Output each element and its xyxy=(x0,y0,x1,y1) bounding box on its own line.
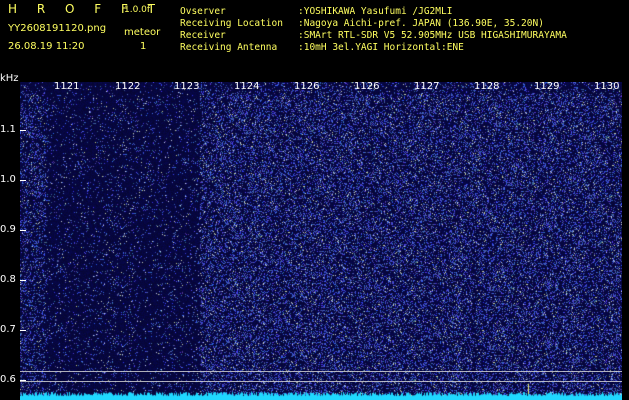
x-tick-label: 1128 xyxy=(474,81,500,92)
x-tick-label: 1130 xyxy=(594,81,620,92)
y-tick-mark xyxy=(20,180,26,181)
spectrogram xyxy=(20,82,622,400)
x-tick-label: 1124 xyxy=(234,81,260,92)
y-tick-mark xyxy=(20,230,26,231)
info-antenna: Receiving Antenna :10mH 3el.YAGI Horizon… xyxy=(180,42,567,54)
x-tick-label: 1121 xyxy=(54,81,80,92)
x-tick-label: 1129 xyxy=(534,81,560,92)
station-info: Ovserver :YOSHIKAWA Yasufumi /JG2MLI Rec… xyxy=(180,6,567,54)
y-tick-label: 0.9 xyxy=(0,224,16,235)
meteor-label: meteor xyxy=(124,27,161,38)
info-location: Receiving Location :Nagoya Aichi-pref. J… xyxy=(180,18,567,30)
y-tick-mark xyxy=(20,280,26,281)
info-receiver: Receiver :SMArt RTL-SDR V5 52.905MHz USB… xyxy=(180,30,567,42)
x-tick-label: 1126 xyxy=(294,81,320,92)
info-key: Ovserver xyxy=(180,6,226,17)
y-tick-label: 0.8 xyxy=(0,274,16,285)
reference-line-lower xyxy=(20,381,622,382)
info-key: Receiving Antenna xyxy=(180,42,278,53)
capture-datetime: 26.08.19 11:20 xyxy=(8,41,85,52)
y-axis-unit: kHz xyxy=(0,73,19,84)
spectrogram-canvas xyxy=(20,82,622,400)
app-version: 1.0.0f xyxy=(124,5,151,15)
x-tick-label: 1126 xyxy=(354,81,380,92)
y-tick-label: 1.0 xyxy=(0,174,16,185)
info-key: Receiving Location xyxy=(180,18,283,29)
meteor-count: 1 xyxy=(140,41,147,52)
info-value: :YOSHIKAWA Yasufumi /JG2MLI xyxy=(298,6,453,17)
y-tick-mark xyxy=(20,130,26,131)
info-value: :SMArt RTL-SDR V5 52.905MHz USB HIGASHIM… xyxy=(298,30,567,41)
info-key: Receiver xyxy=(180,30,226,41)
y-tick-label: 0.7 xyxy=(0,324,16,335)
y-tick-label: 1.1 xyxy=(0,124,16,135)
y-tick-label: 0.6 xyxy=(0,374,16,385)
x-tick-label: 1127 xyxy=(414,81,440,92)
info-observer: Ovserver :YOSHIKAWA Yasufumi /JG2MLI xyxy=(180,6,567,18)
x-tick-label: 1122 xyxy=(115,81,141,92)
x-tick-label: 1123 xyxy=(174,81,200,92)
image-filename: YY2608191120.png xyxy=(8,23,107,34)
info-value: :Nagoya Aichi-pref. JAPAN (136.90E, 35.2… xyxy=(298,18,544,29)
y-tick-mark xyxy=(20,330,26,331)
info-value: :10mH 3el.YAGI Horizontal:ENE xyxy=(298,42,464,53)
reference-line-upper xyxy=(20,371,622,372)
